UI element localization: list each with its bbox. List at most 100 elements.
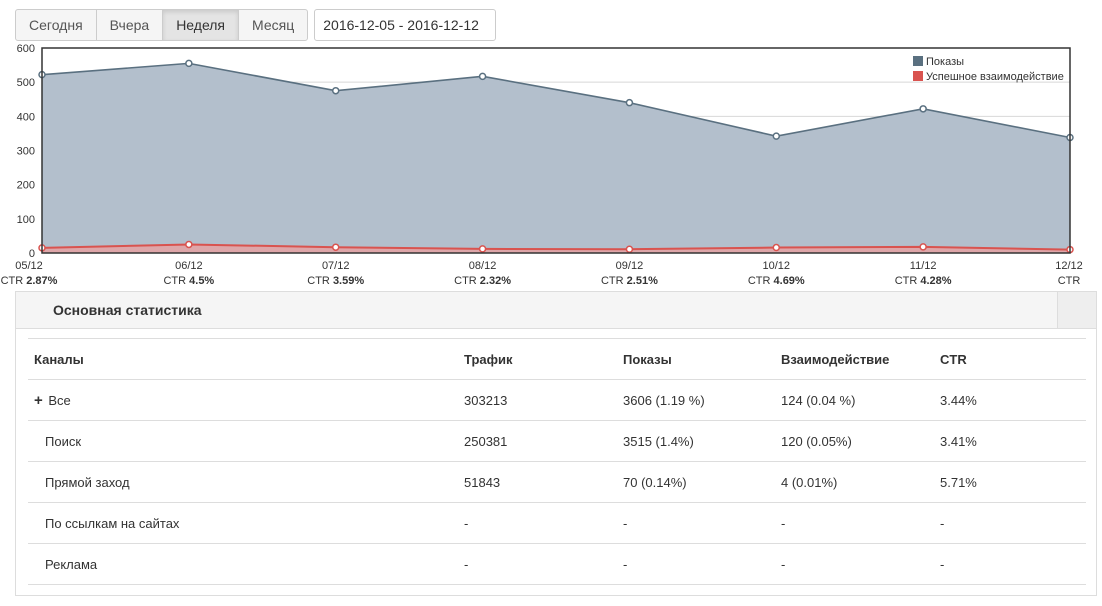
ctr-cell: -: [934, 502, 1086, 544]
main-stats-panel: Основная статистика Каналы Трафик Показы…: [15, 291, 1097, 596]
traffic-cell: -: [458, 502, 617, 544]
ctr-value: 2.87%: [26, 275, 57, 287]
ctr-prefix: CTR: [454, 275, 480, 287]
ctr-label: CTR 3.59%: [307, 275, 364, 287]
legend-label: Показы: [926, 56, 964, 68]
impressions-area-chart: 0 100 200 300 400 500 600 05/12 CTR 2.87% 06/12 CT…: [1, 43, 1083, 287]
impressions-area: [42, 63, 1070, 253]
y-tick-label: 600: [17, 43, 35, 55]
column-header-ctr: CTR: [934, 338, 1086, 380]
panel-title: Основная статистика: [53, 302, 202, 318]
impressions-point: [625, 98, 634, 107]
impressions-cell: -: [617, 543, 775, 585]
interactions-point: [919, 243, 927, 251]
channel-name: Реклама: [28, 543, 458, 585]
ctr-prefix: CTR: [601, 275, 627, 287]
toolbar: Сегодня Вчера Неделя Месяц 2016-12-05 - …: [15, 9, 497, 41]
legend-label: Успешное взаимодействие: [926, 71, 1064, 83]
channel-name: По ссылкам на сайтах: [28, 502, 458, 544]
x-tick-label: 06/12: [175, 260, 203, 272]
ctr-prefix: CTR: [895, 275, 921, 287]
interactions-point: [625, 245, 634, 253]
ctr-value: 2.51%: [627, 275, 658, 287]
channel-cell: + Все: [28, 379, 458, 421]
y-tick-label: 200: [17, 180, 35, 192]
ctr-label: CTR: [1058, 275, 1081, 287]
traffic-cell: 303213: [458, 379, 617, 421]
impressions-point: [919, 105, 927, 113]
traffic-cell: -: [458, 543, 617, 585]
channel-name: Прямой заход: [28, 461, 458, 503]
impressions-cell: 3515 (1.4%): [617, 420, 775, 462]
x-tick-label: 12/12: [1055, 260, 1083, 272]
ctr-label: CTR 2.32%: [454, 275, 511, 287]
interactions-point: [478, 245, 487, 253]
traffic-cell: 250381: [458, 420, 617, 462]
column-header-impressions: Показы: [617, 338, 775, 380]
period-month-button[interactable]: Месяц: [238, 9, 309, 41]
x-tick-label: 11/12: [910, 260, 937, 272]
interactions-point: [772, 243, 781, 252]
expand-plus-icon[interactable]: +: [34, 392, 43, 409]
stats-table: Каналы Трафик Показы Взаимодействие CTR …: [28, 338, 1086, 585]
impressions-point: [478, 72, 487, 81]
interactions-point: [331, 243, 340, 251]
table-row-search: Поиск 250381 3515 (1.4%) 120 (0.05%) 3.4…: [28, 420, 1086, 462]
impressions-point: [772, 132, 781, 140]
interactions-cell: -: [775, 502, 934, 544]
impressions-cell: -: [617, 502, 775, 544]
ctr-value: 4.28%: [920, 275, 951, 287]
table-row-all[interactable]: + Все 303213 3606 (1.19 %) 124 (0.04 %) …: [28, 379, 1086, 421]
x-tick-label: 08/12: [469, 260, 497, 272]
column-header-interactions: Взаимодействие: [775, 338, 934, 380]
ctr-label: CTR 4.5%: [163, 275, 214, 287]
interactions-cell: 120 (0.05%): [775, 420, 934, 462]
table-row-direct: Прямой заход 51843 70 (0.14%) 4 (0.01%) …: [28, 461, 1086, 503]
y-tick-label: 100: [17, 214, 35, 226]
ctr-cell: 5.71%: [934, 461, 1086, 503]
y-tick-label: 500: [17, 77, 35, 89]
x-tick-label: 09/12: [616, 260, 644, 272]
period-button-group: Сегодня Вчера Неделя Месяц: [15, 9, 309, 41]
ctr-cell: 3.44%: [934, 379, 1086, 421]
ctr-label: CTR 4.28%: [895, 275, 952, 287]
ctr-value: 4.69%: [774, 275, 805, 287]
interactions-cell: 124 (0.04 %): [775, 379, 934, 421]
table-row-referral: По ссылкам на сайтах - - - -: [28, 502, 1086, 544]
ctr-value: 4.5%: [189, 275, 214, 287]
period-yesterday-button[interactable]: Вчера: [95, 9, 164, 41]
column-header-channels: Каналы: [28, 338, 458, 380]
ctr-label: CTR 4.69%: [748, 275, 805, 287]
interactions-cell: -: [775, 543, 934, 585]
legend-swatch: [913, 71, 923, 81]
y-tick-label: 300: [17, 146, 35, 158]
column-header-traffic: Трафик: [458, 338, 617, 380]
channel-name: Все: [48, 392, 71, 408]
y-tick-label: 0: [29, 248, 35, 260]
ctr-cell: 3.41%: [934, 420, 1086, 462]
panel-header: Основная статистика: [16, 292, 1096, 329]
table-header-row: Каналы Трафик Показы Взаимодействие CTR: [28, 338, 1086, 380]
period-today-button[interactable]: Сегодня: [15, 9, 97, 41]
traffic-cell: 51843: [458, 461, 617, 503]
impressions-cell: 70 (0.14%): [617, 461, 775, 503]
ctr-value: 3.59%: [333, 275, 364, 287]
ctr-prefix: CTR: [307, 275, 333, 287]
panel-toggle-button[interactable]: [1057, 292, 1096, 328]
table-row-ads: Реклама - - - -: [28, 543, 1086, 585]
x-tick-label: 10/12: [763, 260, 791, 272]
ctr-label: CTR 2.87%: [1, 275, 58, 287]
ctr-prefix: CTR: [1058, 275, 1081, 287]
period-week-button[interactable]: Неделя: [162, 9, 240, 41]
ctr-value: 2.32%: [480, 275, 511, 287]
impressions-cell: 3606 (1.19 %): [617, 379, 775, 421]
ctr-prefix: CTR: [1, 275, 27, 287]
impressions-point: [185, 59, 193, 68]
ctr-cell: -: [934, 543, 1086, 585]
date-range-input[interactable]: 2016-12-05 - 2016-12-12: [314, 9, 497, 41]
x-tick-label: 07/12: [322, 260, 350, 272]
ctr-prefix: CTR: [163, 275, 189, 287]
legend-swatch: [913, 56, 923, 66]
ctr-prefix: CTR: [748, 275, 774, 287]
x-tick-label: 05/12: [15, 260, 43, 272]
